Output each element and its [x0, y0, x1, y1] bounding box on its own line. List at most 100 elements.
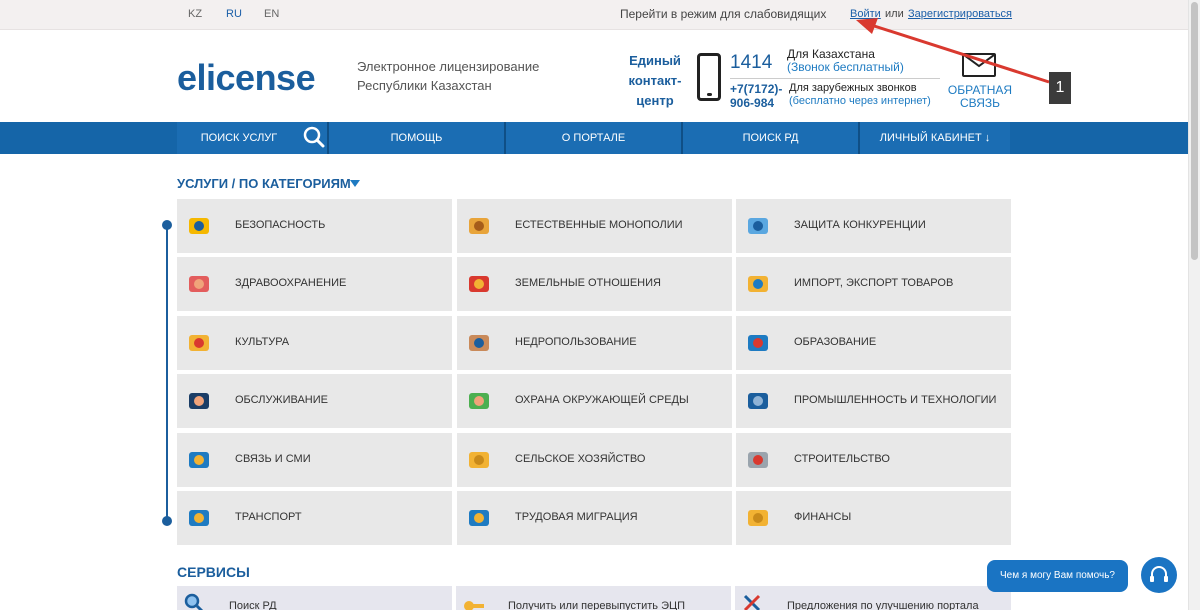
- category-tile-label: ЗДРАВООХРАНЕНИЕ: [235, 277, 347, 289]
- category-tile-label: ТРУДОВАЯ МИГРАЦИЯ: [515, 511, 638, 523]
- category-tile-label: ОХРАНА ОКРУЖАЮЩЕЙ СРЕДЫ: [515, 394, 689, 406]
- categories-title[interactable]: УСЛУГИ / ПО КАТЕГОРИЯМ: [177, 176, 351, 191]
- chat-button[interactable]: [1141, 557, 1177, 593]
- category-tile[interactable]: ИМПОРТ, ЭКСПОРТ ТОВАРОВ: [736, 257, 1011, 311]
- telephone-icon: [189, 452, 209, 468]
- chevron-down-icon[interactable]: [350, 180, 360, 187]
- lang-kz[interactable]: KZ: [188, 8, 202, 20]
- category-tile-label: ПРОМЫШЛЕННОСТЬ И ТЕХНОЛОГИИ: [794, 394, 997, 406]
- theater-masks-icon: [189, 335, 209, 351]
- category-tile-label: ЕСТЕСТВЕННЫЕ МОНОПОЛИИ: [515, 219, 683, 231]
- long-phone-line-1: +7(7172)-: [730, 82, 783, 96]
- services-title: СЕРВИСЫ: [177, 564, 250, 580]
- short-phone-number[interactable]: 1414: [730, 52, 772, 74]
- kz-call-label: Для Казахстана: [787, 47, 875, 61]
- category-tile[interactable]: ЗЕМЕЛЬНЫЕ ОТНОШЕНИЯ: [457, 257, 732, 311]
- plant-hand-icon: [469, 393, 489, 409]
- category-tile-label: ЗЕМЕЛЬНЫЕ ОТНОШЕНИЯ: [515, 277, 661, 289]
- site-logo[interactable]: elicense: [177, 58, 347, 100]
- category-tile[interactable]: СТРОИТЕЛЬСТВО: [736, 433, 1011, 487]
- intl-call-label: Для зарубежных звонков: [789, 82, 917, 94]
- key-icon: [464, 601, 484, 610]
- service-eds[interactable]: Получить или перевыпустить ЭЦП: [456, 586, 731, 610]
- site-tagline: Электронное лицензирование Республики Ка…: [357, 57, 539, 95]
- long-phone-number[interactable]: +7(7172)- 906-984: [730, 82, 786, 110]
- document-list-icon: [748, 276, 768, 292]
- feedback-link[interactable]: ОБРАТНАЯ СВЯЗЬ: [945, 84, 1015, 110]
- category-tile[interactable]: ТРАНСПОРТ: [177, 491, 452, 545]
- contact-center-line-1: Единый: [629, 53, 681, 68]
- contact-center-line-3: центр: [636, 93, 674, 108]
- category-tile[interactable]: ЗАЩИТА КОНКУРЕНЦИИ: [736, 199, 1011, 253]
- shield-lock-icon: [189, 218, 209, 234]
- category-tile[interactable]: СЕЛЬСКОЕ ХОЗЯЙСТВО: [457, 433, 732, 487]
- nav-search-rd[interactable]: ПОИСК РД: [683, 122, 858, 154]
- nav-about[interactable]: О ПОРТАЛЕ: [506, 122, 681, 154]
- lang-en[interactable]: EN: [264, 8, 279, 20]
- category-tile-label: ТРАНСПОРТ: [235, 511, 302, 523]
- category-tile-label: БЕЗОПАСНОСТЬ: [235, 219, 326, 231]
- long-phone-line-2: 906-984: [730, 96, 775, 110]
- category-tile[interactable]: ПРОМЫШЛЕННОСТЬ И ТЕХНОЛОГИИ: [736, 374, 1011, 428]
- contact-center-title: Единый контакт- центр: [624, 51, 686, 111]
- tools-icon: [743, 594, 761, 610]
- login-link[interactable]: Войти: [850, 8, 881, 20]
- chat-prompt[interactable]: Чем я могу Вам помочь?: [987, 560, 1128, 592]
- service-label: Предложения по улучшению портала: [787, 600, 979, 610]
- briefcase-icon: [469, 218, 489, 234]
- headset-icon: [1150, 566, 1168, 582]
- copyright-icon: [748, 218, 768, 234]
- nav-personal-cabinet[interactable]: ЛИЧНЫЙ КАБИНЕТ ↓: [860, 122, 1010, 154]
- category-tile[interactable]: СВЯЗЬ И СМИ: [177, 433, 452, 487]
- category-tile-label: НЕДРОПОЛЬЗОВАНИЕ: [515, 336, 637, 348]
- handshake-icon: [189, 393, 209, 409]
- feedback-line-2: СВЯЗЬ: [959, 96, 1001, 110]
- or-text: или: [885, 8, 904, 20]
- category-tile[interactable]: ЕСТЕСТВЕННЫЕ МОНОПОЛИИ: [457, 199, 732, 253]
- tagline-line-2: Республики Казахстан: [357, 78, 492, 93]
- passport-icon: [469, 510, 489, 526]
- low-vision-link[interactable]: Перейти в режим для слабовидящих: [620, 7, 826, 21]
- category-tile[interactable]: КУЛЬТУРА: [177, 316, 452, 370]
- books-icon: [748, 335, 768, 351]
- timeline-dot-bottom: [162, 516, 172, 526]
- category-tile[interactable]: ОБСЛУЖИВАНИЕ: [177, 374, 452, 428]
- factory-icon: [748, 393, 768, 409]
- lang-ru[interactable]: RU: [226, 8, 242, 20]
- search-icon[interactable]: [303, 126, 325, 148]
- category-tile[interactable]: БЕЗОПАСНОСТЬ: [177, 199, 452, 253]
- service-search-rd[interactable]: Поиск РД: [177, 586, 452, 610]
- category-tile-label: СЕЛЬСКОЕ ХОЗЯЙСТВО: [515, 453, 646, 465]
- category-tile-label: СТРОИТЕЛЬСТВО: [794, 453, 890, 465]
- page-scrollbar[interactable]: [1188, 0, 1200, 610]
- category-tile[interactable]: ТРУДОВАЯ МИГРАЦИЯ: [457, 491, 732, 545]
- trowel-icon: [748, 452, 768, 468]
- mobile-phone-icon: [697, 53, 721, 101]
- category-tile[interactable]: ОХРАНА ОКРУЖАЮЩЕЙ СРЕДЫ: [457, 374, 732, 428]
- service-suggestions[interactable]: Предложения по улучшению портала: [735, 586, 1011, 610]
- contact-center-line-2: контакт-: [628, 73, 682, 88]
- category-timeline: [166, 224, 168, 520]
- category-tile-label: КУЛЬТУРА: [235, 336, 290, 348]
- contact-divider: [730, 78, 940, 79]
- kz-free-call-note: (Звонок бесплатный): [787, 60, 904, 74]
- intl-free-call-note[interactable]: (бесплатно через интернет): [789, 95, 931, 107]
- medical-cross-icon: [189, 276, 209, 292]
- category-tile[interactable]: ФИНАНСЫ: [736, 491, 1011, 545]
- service-label: Поиск РД: [229, 600, 277, 610]
- category-tile[interactable]: ЗДРАВООХРАНЕНИЕ: [177, 257, 452, 311]
- truck-icon: [189, 510, 209, 526]
- category-tile-label: ФИНАНСЫ: [794, 511, 852, 523]
- coin-icon: [748, 510, 768, 526]
- register-link[interactable]: Зарегистрироваться: [908, 8, 1012, 20]
- logo-text: elicense: [177, 57, 316, 98]
- nav-help[interactable]: ПОМОЩЬ: [329, 122, 504, 154]
- house-icon: [469, 276, 489, 292]
- category-tile-label: ОБСЛУЖИВАНИЕ: [235, 394, 328, 406]
- category-tile-label: ЗАЩИТА КОНКУРЕНЦИИ: [794, 219, 926, 231]
- category-tile[interactable]: ОБРАЗОВАНИЕ: [736, 316, 1011, 370]
- envelope-icon[interactable]: [962, 53, 996, 77]
- scrollbar-thumb[interactable]: [1191, 2, 1198, 260]
- category-tile[interactable]: НЕДРОПОЛЬЗОВАНИЕ: [457, 316, 732, 370]
- timeline-dot-top: [162, 220, 172, 230]
